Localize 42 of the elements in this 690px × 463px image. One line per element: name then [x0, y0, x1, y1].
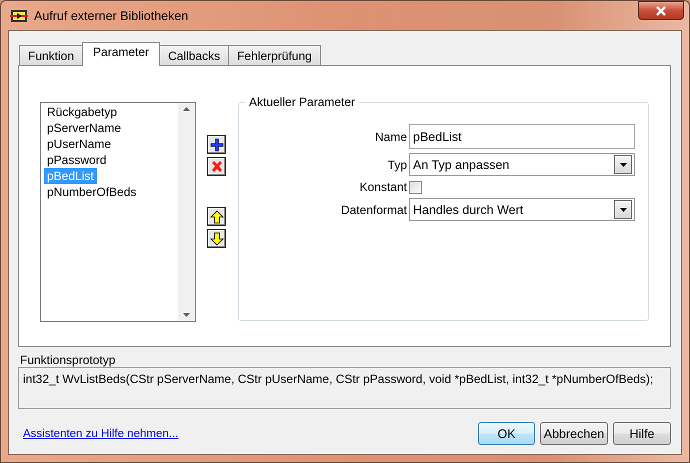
section-label: Funktionsprototyp: [20, 353, 116, 367]
field-label: Typ: [386, 158, 408, 172]
list-item[interactable]: pNumberOfBeds: [44, 184, 140, 200]
down-arrow-icon: [210, 232, 224, 246]
parameter-list[interactable]: Rückgabetyp pServerName pUserName pPassword pBedList pNumberOfBeds: [40, 102, 196, 322]
group-title: Aktueller Parameter: [245, 95, 360, 109]
dropdown[interactable]: An Typ anpassen: [409, 153, 635, 176]
prototype-text: int32_t WvListBeds(CStr pServerName, CStr pUserName, CStr pPassword, void *pBedList, int32_t *pNumberOfBeds);: [18, 367, 671, 409]
up-arrow-button[interactable]: [207, 207, 226, 226]
up-arrow-icon: [210, 210, 224, 224]
checkbox[interactable]: [409, 180, 422, 194]
list-item[interactable]: Rückgabetyp: [44, 104, 120, 120]
tab[interactable]: Fehlerprüfung: [228, 45, 321, 65]
close-button[interactable]: [638, 1, 684, 20]
list-item[interactable]: pPassword: [44, 152, 110, 168]
field-label: Name: [374, 130, 408, 144]
cross-icon: [210, 160, 224, 174]
add-button[interactable]: [207, 135, 226, 154]
field-label: Datenformat: [340, 202, 408, 216]
scroll-down-icon[interactable]: [183, 313, 190, 317]
tab[interactable]: Parameter: [82, 42, 160, 66]
cross-button[interactable]: [207, 157, 226, 176]
close-icon: [655, 6, 667, 16]
help-link[interactable]: Assistenten zu Hilfe nehmen...: [18, 428, 473, 440]
dialog-button[interactable]: Hilfe: [613, 422, 671, 445]
field-label: Konstant: [358, 180, 408, 194]
list-item[interactable]: pServerName: [44, 120, 124, 136]
window-title: Aufruf externer Bibliotheken: [34, 8, 190, 22]
text-field[interactable]: pBedList: [409, 124, 635, 149]
dropdown[interactable]: Handles durch Wert: [409, 198, 635, 221]
list-item[interactable]: pUserName: [44, 136, 114, 152]
scroll-up-icon[interactable]: [183, 107, 190, 111]
tab[interactable]: Callbacks: [159, 45, 230, 65]
dropdown-value: Handles durch Wert: [413, 202, 524, 216]
dialog-button[interactable]: OK: [478, 422, 535, 445]
add-icon: [210, 138, 224, 152]
dropdown-value: An Typ anpassen: [413, 158, 510, 172]
scrollbar[interactable]: [178, 103, 195, 321]
down-arrow-button[interactable]: [207, 229, 226, 248]
dialog-button[interactable]: Abbrechen: [540, 422, 608, 445]
app-icon: [10, 8, 28, 22]
tab[interactable]: Funktion: [19, 45, 84, 65]
